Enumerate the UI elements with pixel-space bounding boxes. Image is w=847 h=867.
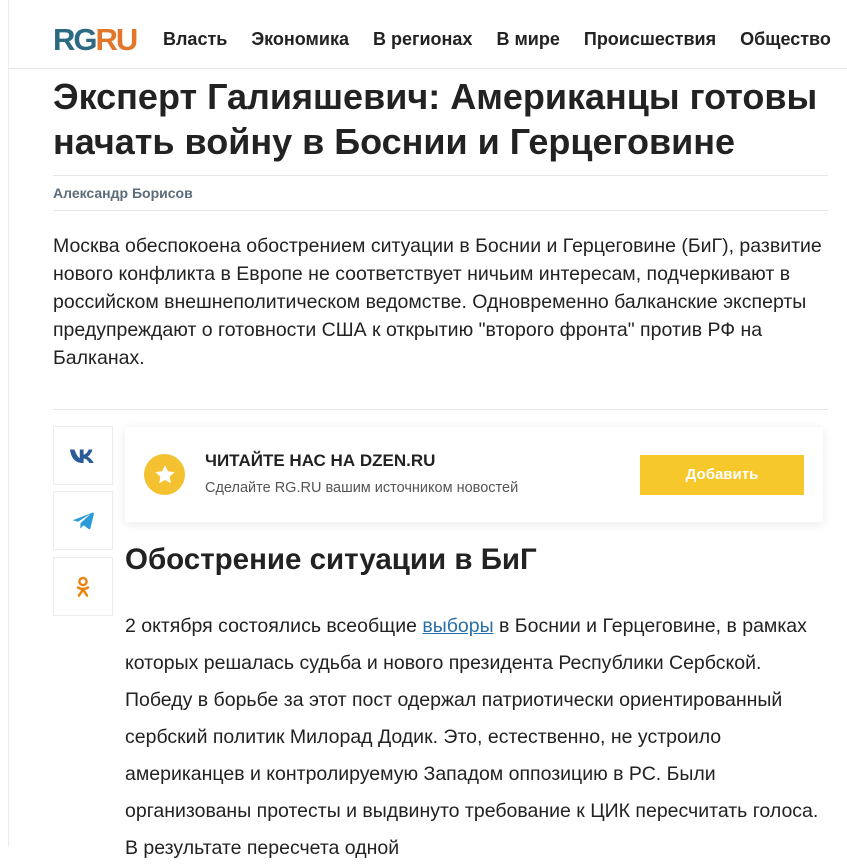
- article-author[interactable]: Александр Борисов: [53, 185, 193, 201]
- article-body-paragraph: 2 октября состоялись всеобщие выборы в Б…: [125, 608, 825, 867]
- share-telegram-button[interactable]: [53, 491, 113, 550]
- nav-item-v-regionah[interactable]: В регионах: [373, 29, 472, 49]
- nav-item-proisshestviya[interactable]: Происшествия: [584, 29, 716, 49]
- elections-link[interactable]: выборы: [422, 615, 493, 637]
- share-vk-button[interactable]: [53, 426, 113, 485]
- share-odnoklassniki-button[interactable]: [53, 557, 113, 616]
- main-nav: Власть Экономика В регионах В мире Проис…: [163, 29, 847, 50]
- site-logo[interactable]: RGRU: [53, 22, 139, 57]
- article-lead: Москва обеспокоена обострением ситуации …: [53, 235, 822, 369]
- page: RGRU Власть Экономика В регионах В мире …: [8, 0, 847, 859]
- dzen-promo-banner: ЧИТАЙТЕ НАС НА DZEN.RU Сделайте RG.RU ва…: [125, 427, 823, 522]
- divider: [53, 175, 828, 176]
- nav-item-v-mire[interactable]: В мире: [496, 29, 559, 49]
- promo-title: ЧИТАЙТЕ НАС НА DZEN.RU: [205, 451, 436, 470]
- odnoklassniki-icon: [76, 576, 90, 597]
- site-header: RGRU Власть Экономика В регионах В мире …: [9, 0, 847, 69]
- nav-item-vlast[interactable]: Власть: [163, 29, 227, 49]
- logo-ru-text: RU: [95, 22, 139, 57]
- body-text-start: 2 октября состоялись всеобщие: [125, 615, 423, 637]
- section-heading: Обострение ситуации в БиГ: [125, 543, 537, 576]
- star-icon: [144, 454, 185, 495]
- divider: [53, 409, 828, 410]
- telegram-icon: [72, 512, 94, 529]
- nav-item-obshchestvo[interactable]: Общество: [740, 29, 831, 49]
- nav-item-ekonomika[interactable]: Экономика: [251, 29, 349, 49]
- vk-icon: [70, 449, 94, 463]
- article-title: Эксперт Галияшевич: Американцы готовы на…: [53, 76, 818, 162]
- logo-rg-text: RG: [53, 22, 97, 57]
- divider: [53, 210, 828, 211]
- promo-subtitle: Сделайте RG.RU вашим источником новостей: [205, 480, 519, 496]
- body-text-rest: в Боснии и Герцеговине, в рамках которых…: [125, 615, 819, 859]
- add-source-button[interactable]: Добавить: [640, 455, 804, 495]
